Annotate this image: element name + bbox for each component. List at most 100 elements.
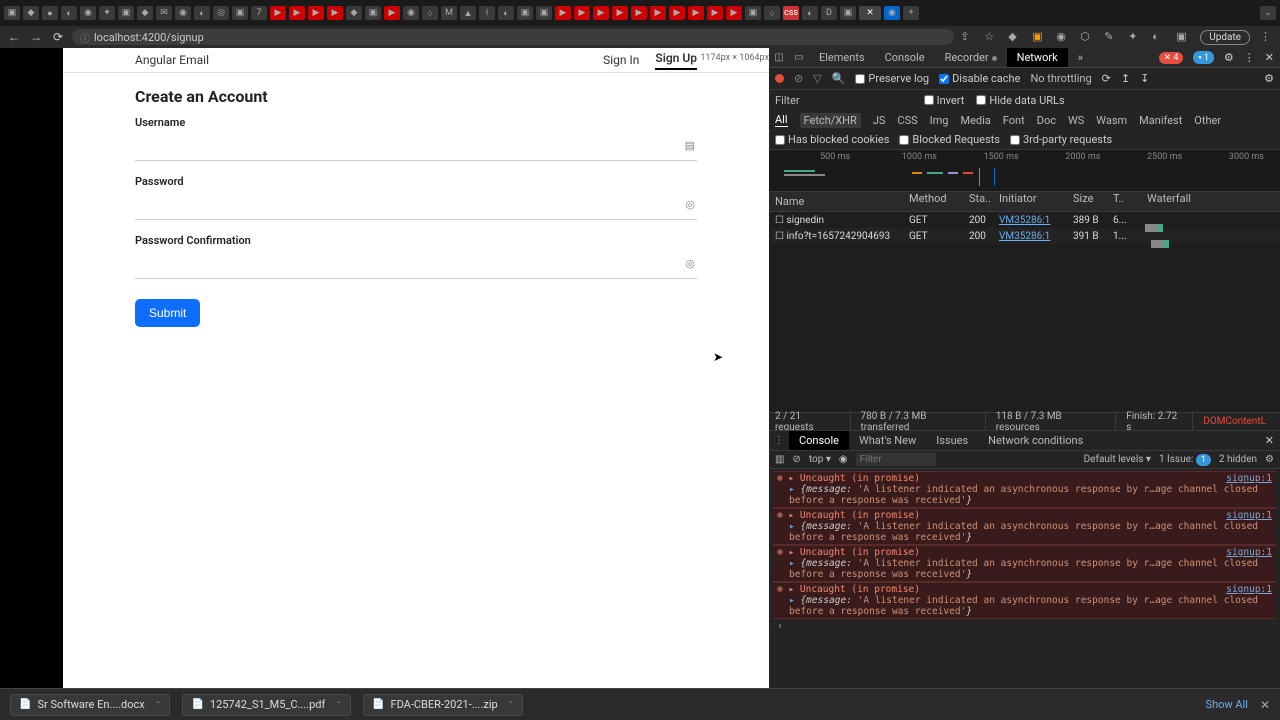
filter-type-css[interactable]: CSS <box>897 114 917 127</box>
ext-icon[interactable]: ◐ <box>1152 30 1166 44</box>
col-method[interactable]: Method <box>909 192 969 211</box>
tab-icon[interactable]: ▶ <box>593 6 609 20</box>
filter-type-wasm[interactable]: Wasm <box>1096 114 1127 127</box>
tab-icon[interactable]: ▶ <box>650 6 666 20</box>
chevron-down-icon[interactable]: ⌄ <box>1260 6 1276 20</box>
console-error[interactable]: ⊗ ▸ Uncaught (in promise)signup:1▸ {mess… <box>773 582 1276 619</box>
tab-icon[interactable]: ◉ <box>80 6 96 20</box>
more-tabs-icon[interactable]: » <box>1068 48 1093 67</box>
ext-icon[interactable]: ⬡ <box>1080 30 1094 44</box>
record-icon[interactable] <box>775 74 784 83</box>
update-button[interactable]: Update <box>1200 30 1250 45</box>
url-bar[interactable]: ⓘ localhost:4200/signup <box>72 29 954 45</box>
timeline[interactable]: 500 ms1000 ms1500 ms2000 ms2500 ms3000 m… <box>769 150 1280 192</box>
col-time[interactable]: T.. <box>1113 192 1143 211</box>
tab-icon[interactable]: D <box>821 6 837 20</box>
chevron-up-icon[interactable]: ⌃ <box>155 700 162 709</box>
password-input[interactable] <box>135 194 697 220</box>
tab-icon[interactable]: ▶ <box>707 6 723 20</box>
ext-icon[interactable]: ◉ <box>1056 30 1070 44</box>
tab-icon[interactable]: ◆ <box>137 6 153 20</box>
levels-select[interactable]: Default levels ▾ <box>1084 454 1151 465</box>
console-error[interactable]: ⊗ ▸ Uncaught (in promise)signup:1▸ {mess… <box>773 471 1276 508</box>
tab-icon[interactable]: ✉ <box>156 6 172 20</box>
inspect-icon[interactable]: ◫ <box>769 52 789 63</box>
download-item[interactable]: 📄Sr Software En....docx⌃ <box>10 694 170 716</box>
netcond-tab[interactable]: Network conditions <box>978 431 1093 450</box>
tab-icon[interactable]: ▣ <box>4 6 20 20</box>
share-icon[interactable]: ⇪ <box>960 30 974 44</box>
tab-icon[interactable]: ✦ <box>99 6 115 20</box>
device-icon[interactable]: ▭ <box>789 52 809 63</box>
filter-type-doc[interactable]: Doc <box>1037 114 1056 127</box>
tab-icon[interactable]: ▲ <box>460 6 476 20</box>
filter-type-ws[interactable]: WS <box>1068 114 1084 127</box>
menu-icon[interactable]: ⋮ <box>1260 30 1274 44</box>
tab-icon[interactable]: ◎ <box>213 6 229 20</box>
sidebar-icon[interactable]: ▥ <box>775 454 784 465</box>
tab-icon[interactable]: ▣ <box>745 6 761 20</box>
network-tab[interactable]: Network <box>1007 48 1068 67</box>
username-input[interactable] <box>135 135 697 161</box>
tab-icon[interactable]: 7 <box>251 6 267 20</box>
eye-icon[interactable]: ◉ <box>839 454 848 465</box>
ext-icon[interactable]: ◆ <box>1008 30 1022 44</box>
invert-checkbox[interactable]: Invert <box>924 94 965 107</box>
tab-icon[interactable]: ▶ <box>669 6 685 20</box>
signup-link[interactable]: Sign Up <box>655 51 697 70</box>
tab-icon[interactable]: ▶ <box>327 6 343 20</box>
error-badge[interactable]: ✕ 4 <box>1159 52 1184 64</box>
filter-type-all[interactable]: All <box>775 113 788 127</box>
throttling-select[interactable]: No throttling <box>1030 72 1091 85</box>
settings-icon[interactable]: ⚙ <box>1265 454 1274 465</box>
tab-icon[interactable]: ◉ <box>884 6 900 20</box>
tab-icon[interactable]: ○ <box>422 6 438 20</box>
tab-icon[interactable]: ◐ <box>194 6 210 20</box>
close-downloads-icon[interactable]: ✕ <box>1260 698 1270 712</box>
ext-icon[interactable]: ▣ <box>1032 30 1046 44</box>
upload-icon[interactable]: ↥ <box>1121 72 1130 85</box>
forward-icon[interactable]: → <box>28 29 44 45</box>
tab-icon[interactable]: ◉ <box>403 6 419 20</box>
wifi-icon[interactable]: ⟳ <box>1102 72 1111 85</box>
blocked-requests-checkbox[interactable]: Blocked Requests <box>899 133 1000 146</box>
tab-icon[interactable]: ▣ <box>536 6 552 20</box>
issue-count[interactable]: 1 Issue: 1 <box>1159 454 1211 465</box>
reload-icon[interactable]: ⟳ <box>50 29 66 45</box>
chevron-up-icon[interactable]: ⌃ <box>508 700 515 709</box>
col-name[interactable]: Name <box>769 192 909 211</box>
submit-button[interactable]: Submit <box>135 299 200 327</box>
col-size[interactable]: Size <box>1073 192 1113 211</box>
console-drawer-tab[interactable]: Console <box>789 431 849 450</box>
tab-icon[interactable]: ◐ <box>802 6 818 20</box>
download-item[interactable]: 📄FDA-CBER-2021-....zip⌃ <box>363 694 523 716</box>
filter-type-media[interactable]: Media <box>960 114 990 127</box>
blocked-cookies-checkbox[interactable]: Has blocked cookies <box>775 133 889 146</box>
filter-icon[interactable]: ▽ <box>813 72 821 85</box>
recorder-tab[interactable]: Recorder <box>935 48 1007 67</box>
issues-tab[interactable]: Issues <box>926 431 978 450</box>
console-error[interactable]: ⊗ ▸ Uncaught (in promise)signup:1▸ {mess… <box>773 545 1276 582</box>
settings-icon[interactable]: ⚙ <box>1224 51 1234 64</box>
star-icon[interactable]: ☆ <box>984 30 998 44</box>
tab-icon[interactable]: ▣ <box>232 6 248 20</box>
tab-icon[interactable]: css <box>783 6 799 20</box>
search-icon[interactable]: 🔍 <box>832 72 846 85</box>
tab-icon[interactable]: ▶ <box>726 6 742 20</box>
filter-type-fetch/xhr[interactable]: Fetch/XHR <box>800 113 861 128</box>
tab-icon[interactable]: ◉ <box>175 6 191 20</box>
tab-active[interactable]: ✕ <box>859 6 881 20</box>
tab-icon[interactable]: ▣ <box>840 6 856 20</box>
console-tab[interactable]: Console <box>875 48 935 67</box>
tab-icon[interactable]: ▶ <box>555 6 571 20</box>
clear-icon[interactable]: ⊘ <box>794 72 803 85</box>
close-icon[interactable]: ✕ <box>1265 51 1274 64</box>
back-icon[interactable]: ← <box>6 29 22 45</box>
password-toggle-icon[interactable]: ◎ <box>685 198 695 211</box>
preserve-log-checkbox[interactable]: Preserve log <box>855 72 929 85</box>
tab-icon[interactable]: ▶ <box>688 6 704 20</box>
filter-label[interactable]: Filter <box>775 94 800 107</box>
signin-link[interactable]: Sign In <box>603 53 639 67</box>
tab-icon[interactable]: ▣ <box>365 6 381 20</box>
new-tab-icon[interactable]: + <box>903 6 919 20</box>
